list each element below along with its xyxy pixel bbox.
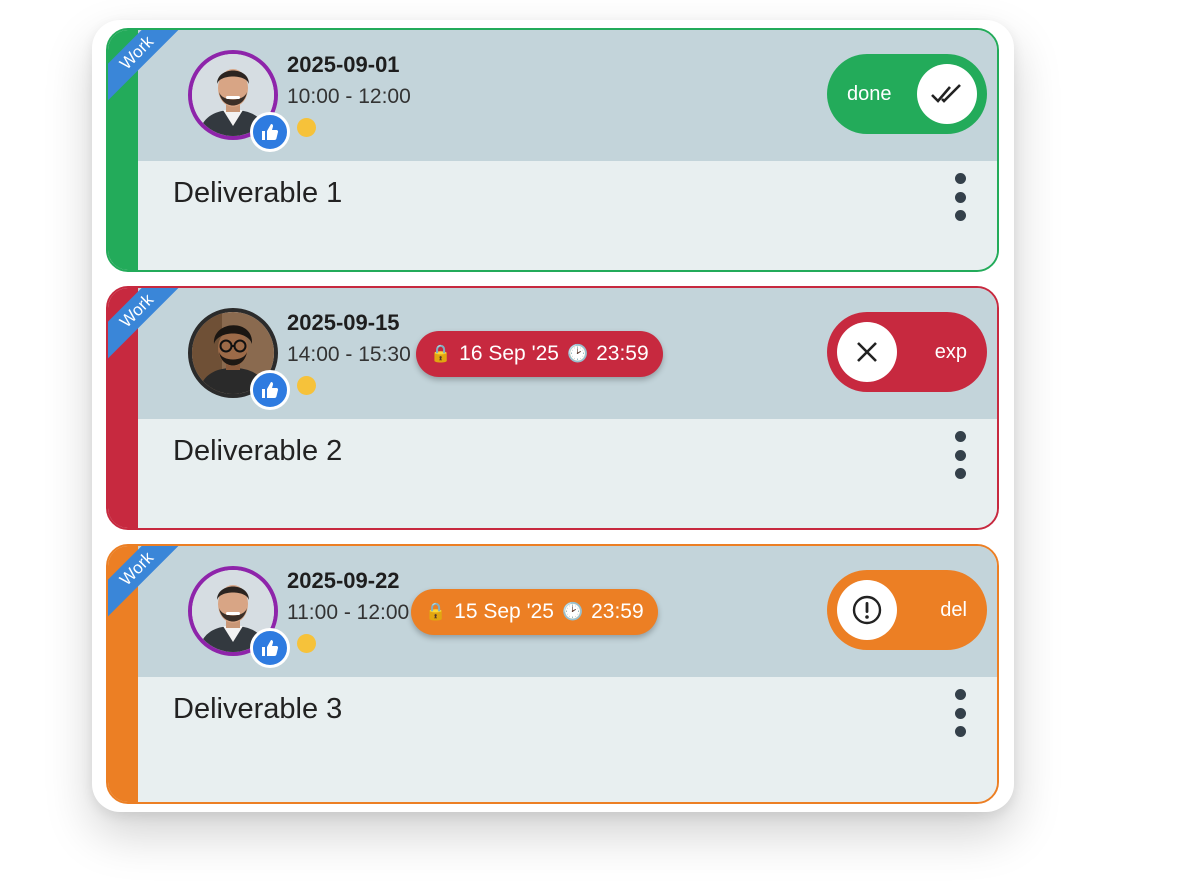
task-date: 2025-09-22	[287, 568, 400, 593]
task-date: 2025-09-15	[287, 310, 400, 335]
deadline-time: 23:59	[591, 600, 644, 623]
status-label: del	[940, 599, 967, 621]
deadline-date: 15 Sep '25	[454, 600, 554, 623]
more-vert-icon[interactable]	[949, 173, 971, 221]
task-header: 2025-09-15 14:00 - 15:30 🔒 16 Sep '25 🕑 …	[138, 288, 997, 419]
clock-icon: 🕑	[566, 344, 589, 363]
task-title: Deliverable 1	[173, 177, 343, 209]
like-icon[interactable]	[250, 112, 290, 152]
lock-icon: 🔒	[430, 344, 452, 363]
deadline-badge: 🔒 15 Sep '25 🕑 23:59	[411, 589, 658, 635]
task-title: Deliverable 2	[173, 435, 343, 467]
deadline-badge: 🔒 16 Sep '25 🕑 23:59	[416, 331, 663, 377]
like-icon[interactable]	[250, 370, 290, 410]
task-body: Deliverable 3	[138, 677, 997, 802]
task-card[interactable]: Work 2025-09-22 11:00 - 12:00 🔒 15 Sep '…	[106, 544, 999, 804]
clock-icon: 🕑	[561, 602, 584, 621]
alert-icon	[837, 580, 897, 640]
more-vert-icon[interactable]	[949, 689, 971, 737]
presence-dot	[297, 376, 316, 395]
task-title: Deliverable 3	[173, 693, 343, 725]
status-label: exp	[934, 341, 967, 363]
like-icon[interactable]	[250, 628, 290, 668]
presence-dot	[297, 118, 316, 137]
task-card[interactable]: Work 2025-09-15 14:00 - 15:30 🔒 16 Sep '…	[106, 286, 999, 530]
task-time: 14:00 - 15:30	[287, 343, 411, 366]
task-body: Deliverable 1	[138, 161, 997, 270]
status-toggle-delayed[interactable]: del	[827, 570, 987, 650]
task-header: 2025-09-01 10:00 - 12:00 done	[138, 30, 997, 161]
status-label: done	[847, 83, 892, 105]
status-toggle-done[interactable]: done	[827, 54, 987, 134]
task-date: 2025-09-01	[287, 52, 400, 77]
task-time: 11:00 - 12:00	[287, 601, 410, 624]
lock-icon: 🔒	[425, 602, 447, 621]
status-toggle-expired[interactable]: exp	[827, 312, 987, 392]
presence-dot	[297, 634, 316, 653]
deadline-time: 23:59	[596, 342, 649, 365]
task-card[interactable]: Work 2025-09-01 10:00 - 12:00 done Deliv…	[106, 28, 999, 272]
double-check-icon	[917, 64, 977, 124]
task-time: 10:00 - 12:00	[287, 85, 411, 108]
close-icon	[837, 322, 897, 382]
more-vert-icon[interactable]	[949, 431, 971, 479]
task-body: Deliverable 2	[138, 419, 997, 528]
task-header: 2025-09-22 11:00 - 12:00 🔒 15 Sep '25 🕑 …	[138, 546, 997, 677]
deadline-date: 16 Sep '25	[459, 342, 559, 365]
